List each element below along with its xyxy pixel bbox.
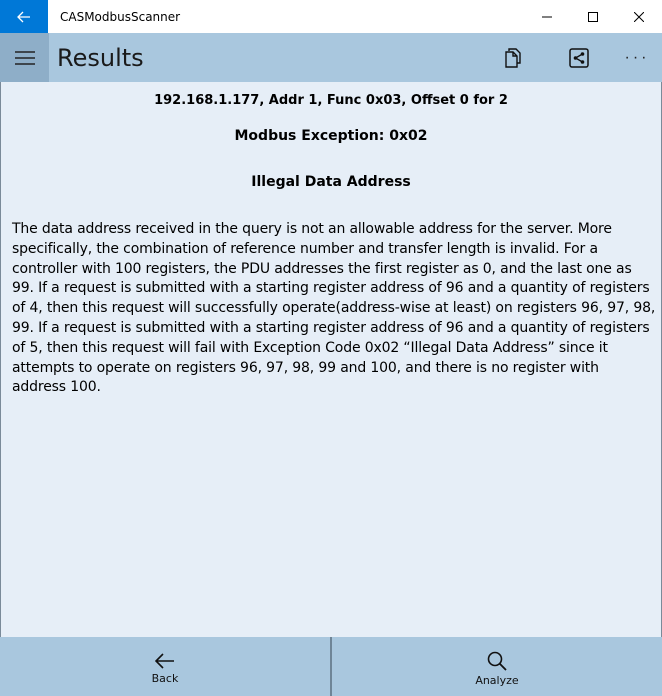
arrow-left-icon	[17, 11, 30, 22]
appbar-actions: ···	[480, 33, 662, 82]
copy-button[interactable]	[480, 33, 546, 82]
back-button[interactable]: Back	[0, 637, 332, 696]
bottom-command-bar: Back Analyze	[0, 637, 662, 696]
hamburger-menu-button[interactable]	[0, 33, 49, 82]
maximize-icon	[588, 11, 598, 22]
search-icon	[487, 651, 507, 671]
app-title: CASModbusScanner	[60, 9, 181, 24]
hamburger-icon	[14, 50, 35, 65]
close-button[interactable]	[616, 0, 662, 33]
title-back-button[interactable]	[0, 0, 48, 33]
minimize-icon	[542, 16, 552, 17]
analyze-label: Analyze	[475, 673, 519, 687]
close-icon	[634, 11, 644, 22]
copy-icon	[505, 47, 521, 68]
exception-description: The data address received in the query i…	[12, 221, 656, 396]
page-title: Results	[57, 43, 144, 72]
maximize-button[interactable]	[570, 0, 616, 33]
window-controls	[524, 0, 662, 33]
more-button[interactable]: ···	[612, 33, 662, 82]
exception-code: Modbus Exception: 0x02	[234, 128, 428, 144]
back-label: Back	[151, 671, 179, 685]
exception-name: Illegal Data Address	[251, 174, 411, 190]
results-content: 192.168.1.177, Addr 1, Func 0x03, Offset…	[0, 82, 662, 637]
arrow-left-icon	[155, 652, 174, 669]
app-bar: Results ···	[0, 33, 662, 82]
window-titlebar: CASModbusScanner	[0, 0, 662, 33]
share-icon	[569, 47, 589, 68]
minimize-button[interactable]	[524, 0, 570, 33]
request-summary: 192.168.1.177, Addr 1, Func 0x03, Offset…	[154, 93, 508, 108]
share-button[interactable]	[546, 33, 612, 82]
analyze-button[interactable]: Analyze	[332, 637, 662, 696]
